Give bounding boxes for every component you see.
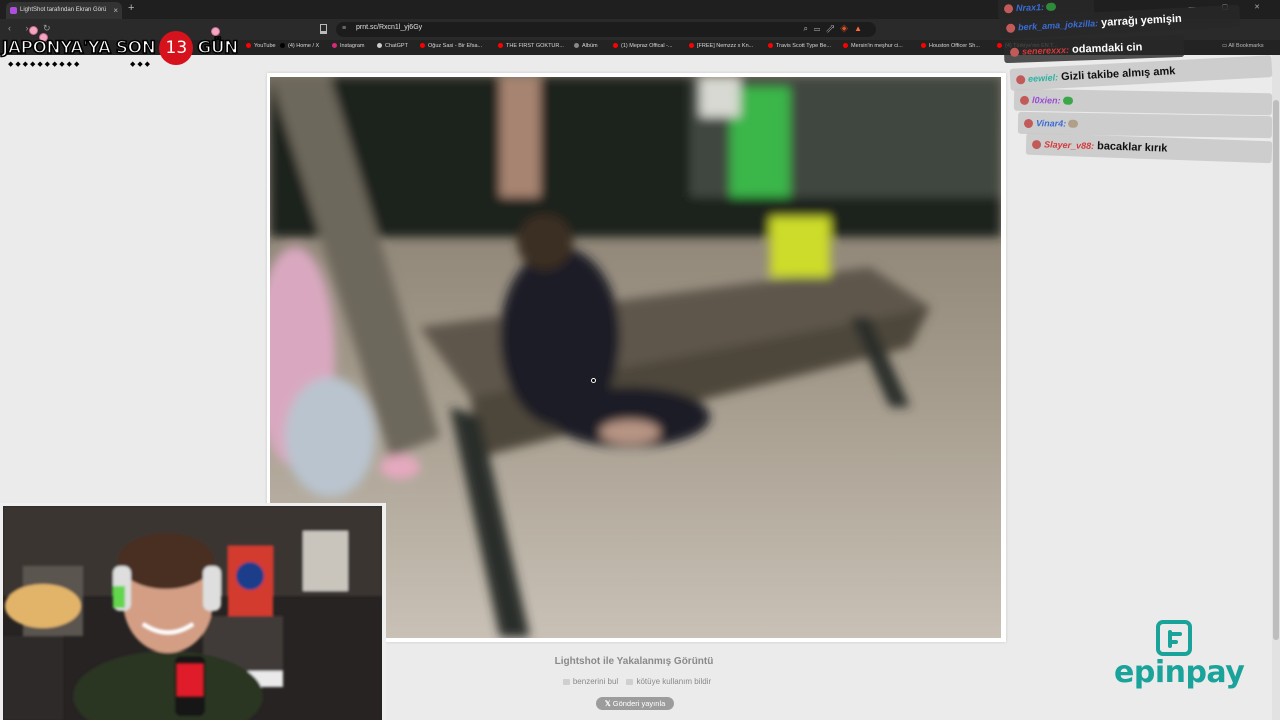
bookmark-item[interactable]: Travis Scott Type Be... — [768, 43, 831, 49]
share-post-button[interactable]: 𝕏 Gönderi yayınla — [596, 697, 674, 710]
mouse-cursor — [591, 378, 596, 383]
bookmark-item[interactable]: [FREE] Nemzzz x Kn... — [689, 43, 753, 49]
bookmark-favicon-icon — [613, 43, 618, 48]
streamer-image — [3, 506, 382, 720]
chat-emote-icon — [1045, 2, 1057, 11]
chat-text: bacaklar kırık — [1096, 140, 1168, 155]
bookmark-favicon-icon — [420, 43, 425, 48]
chat-text: yarrağı yemişin — [1100, 12, 1182, 29]
all-bookmarks-button[interactable]: ▭ All Bookmarks — [1222, 43, 1264, 49]
chat-username: Slayer_v88: — [1043, 139, 1095, 152]
share-label: Gönderi yayınla — [612, 699, 666, 708]
cast-icon[interactable]: ▭ — [814, 24, 826, 33]
bookmark-label: (1) Mepraz Offical -... — [621, 43, 673, 49]
chat-username: l0xien: — [1031, 95, 1061, 106]
sponsor-name: epinpay — [1114, 655, 1245, 690]
bookmark-label: YouTube — [254, 43, 276, 49]
webcam-feed — [3, 506, 382, 720]
chat-avatar-icon — [1005, 23, 1016, 33]
bookmark-label: Mersin'in meşhur ci... — [851, 43, 903, 49]
share-icon[interactable]: ⇗ — [826, 24, 840, 33]
new-tab-button[interactable]: + — [128, 2, 134, 14]
report-icon — [626, 679, 634, 685]
find-similar-link[interactable]: benzerini bul — [573, 677, 618, 686]
countdown-prefix: JAPONYA'YA SON — [1, 37, 156, 59]
similar-icon — [562, 679, 570, 685]
chat-avatar-icon — [1003, 3, 1014, 13]
bookmark-label: Instagram — [340, 43, 365, 49]
bookmark-label: [FREE] Nemzzz x Kn... — [697, 43, 754, 49]
page-caption: Lightshot ile Yakalanmış Görüntü — [554, 656, 714, 667]
countdown-days: 13 — [159, 31, 194, 65]
brave-shield-icon[interactable]: ◈ — [840, 24, 854, 33]
bookmark-item[interactable]: Mersin'in meşhur ci... — [843, 43, 903, 49]
chat-message: l0xien: — [1013, 88, 1273, 116]
report-abuse-link[interactable]: kötüye kullanım bildir — [636, 677, 711, 686]
chat-username: Nrax1: — [1015, 2, 1045, 14]
bookmark-label: THE FIRST GOKTUR... — [506, 43, 564, 49]
chat-emote-icon — [1062, 96, 1073, 105]
bookmark-item[interactable]: Oğuz Sasi - Bir Efsa... — [420, 43, 482, 49]
tab-close-icon[interactable]: × — [113, 2, 118, 19]
site-info-icon[interactable]: ≡ — [342, 25, 346, 32]
chat-emote-icon — [1068, 119, 1079, 128]
bookmark-item[interactable]: Houston Officer Sh... — [921, 43, 980, 49]
chat-username: berk_ama_jokzilla: — [1017, 18, 1099, 33]
sponsor-logo-icon — [1156, 620, 1192, 656]
chat-avatar-icon — [1023, 118, 1034, 128]
page-scrollbar[interactable] — [1272, 55, 1280, 720]
bookmark-favicon-icon — [332, 43, 337, 48]
chat-avatar-icon — [1009, 47, 1020, 57]
bookmark-label: ChatGPT — [385, 43, 408, 49]
url-actions: ⌕▭⇗◈▲ — [804, 24, 869, 34]
chat-avatar-icon — [1015, 74, 1026, 85]
sparkle-icon: ◆ ◆ ◆ — [130, 61, 151, 68]
bookmark-label: Oğuz Sasi - Bir Efsa... — [428, 43, 483, 49]
chat-username: eewiel: — [1027, 72, 1059, 84]
bookmark-item[interactable]: (1) Mepraz Offical -... — [613, 43, 673, 49]
sparkle-icon: ◆ ◆ ◆ ◆ ◆ ◆ ◆ ◆ ◆ ◆ — [8, 61, 80, 68]
rewards-icon[interactable]: ▲ — [854, 24, 868, 33]
url-bar[interactable]: ≡ prnt.sc/Rxcn1l_yj6Gy ⌕▭⇗◈▲ — [336, 22, 876, 37]
bookmark-favicon-icon — [574, 43, 579, 48]
bookmark-label: (4) Home / X — [288, 43, 320, 49]
bookmark-favicon-icon — [377, 43, 382, 48]
url-text[interactable]: prnt.sc/Rxcn1l_yj6Gy — [356, 24, 422, 31]
bookmark-favicon-icon — [280, 43, 285, 48]
webcam-overlay — [0, 503, 386, 720]
lightshot-favicon-icon — [10, 7, 17, 14]
tab-title: LightShot tarafından Ekran Görü — [20, 7, 107, 13]
bookmark-label: Travis Scott Type Be... — [776, 43, 832, 49]
action-links: benzerini bul kötüye kullanım bildir — [520, 677, 748, 686]
bookmark-item[interactable]: Instagram — [332, 43, 364, 49]
zoom-icon[interactable]: ⌕ — [804, 24, 814, 33]
chat-username: Vinar4: — [1035, 118, 1067, 129]
bookmark-page-icon[interactable] — [320, 24, 327, 34]
browser-tab[interactable]: LightShot tarafından Ekran Görü × — [6, 2, 122, 19]
countdown-suffix: GÜN — [197, 37, 240, 59]
bookmark-label: Houston Officer Sh... — [929, 43, 980, 49]
bookmark-item[interactable]: ChatGPT — [377, 43, 408, 49]
scrollbar-thumb[interactable] — [1273, 100, 1279, 640]
bookmark-favicon-icon — [689, 43, 694, 48]
bookmark-favicon-icon — [921, 43, 926, 48]
chat-username: senerexxx: — [1021, 44, 1070, 57]
bookmark-favicon-icon — [768, 43, 773, 48]
bookmark-favicon-icon — [498, 43, 503, 48]
chat-text: Gizli takibe almış amk — [1060, 65, 1176, 84]
chat-text: odamdaki cin — [1071, 41, 1143, 56]
bookmark-item[interactable]: Albüm — [574, 43, 598, 49]
bookmark-item[interactable]: (4) Home / X — [280, 43, 319, 49]
bookmark-label: Albüm — [582, 43, 598, 49]
bookmark-favicon-icon — [843, 43, 848, 48]
chat-avatar-icon — [1031, 139, 1042, 149]
chat-avatar-icon — [1019, 95, 1030, 105]
bookmark-favicon-icon — [246, 43, 251, 48]
bookmark-item[interactable]: YouTube — [246, 43, 276, 49]
bookmark-favicon-icon — [997, 43, 1002, 48]
x-logo-icon: 𝕏 — [604, 699, 611, 708]
bookmark-item[interactable]: THE FIRST GOKTUR... — [498, 43, 564, 49]
